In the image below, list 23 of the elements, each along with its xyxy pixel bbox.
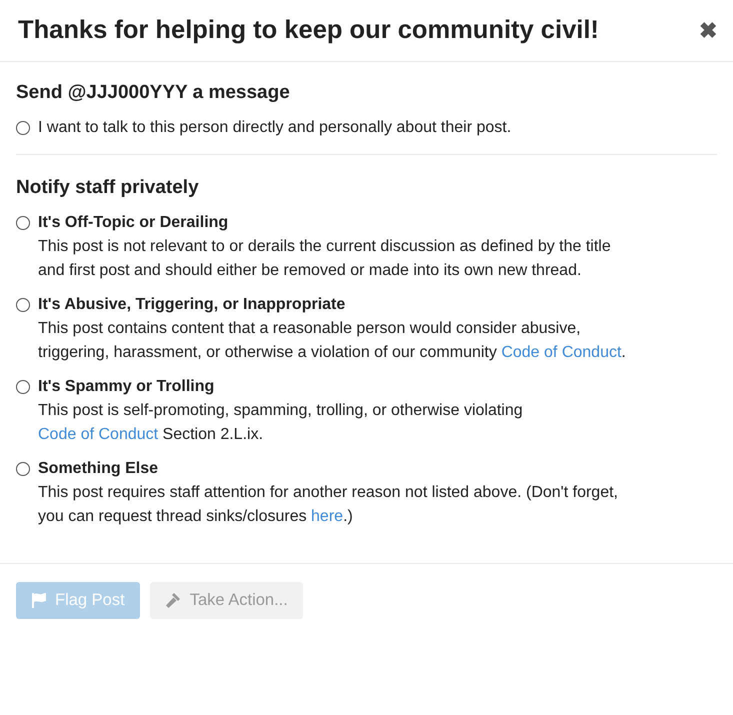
option-description: This post contains content that a reasonable person would consider abusive, triggering, harassment, or otherwise a violation of our community Code of Conduct. — [38, 319, 627, 363]
option-label: It's Off-Topic or Derailing — [38, 213, 230, 233]
option-description: This post is self-promoting, spamming, trolling, or otherwise violating Code of Conduct Section 2.L.ix. — [38, 401, 524, 445]
radio-button[interactable] — [16, 462, 30, 476]
option-label: It's Abusive, Triggering, or Inappropriate — [38, 295, 346, 315]
radio-button[interactable] — [16, 121, 30, 135]
section-heading: Send @JJJ000YYY a message — [16, 82, 291, 104]
option-label: Something Else — [38, 459, 160, 479]
option-description: This post is not relevant to or derails the current discussion as defined by the title and first post and should either be removed or made into its own new thread. — [38, 237, 612, 281]
option-label: It's Spammy or Trolling — [38, 377, 216, 397]
radio-button[interactable] — [16, 298, 30, 312]
section-heading: Notify staff privately — [16, 177, 200, 199]
flag-icon — [31, 593, 47, 608]
link[interactable]: Code of Conduct — [38, 426, 158, 443]
close-button[interactable]: ✖ — [699, 18, 717, 44]
dialog-title: Thanks for helping to keep our community civil! — [18, 16, 599, 45]
option-description: This post requires staff attention for another reason not listed above. (Don't forget, you can request thread sinks/closures here.) — [38, 483, 619, 527]
gavel-icon — [164, 592, 182, 609]
radio-button[interactable] — [16, 216, 30, 230]
radio-button[interactable] — [16, 380, 30, 394]
link[interactable]: here — [311, 508, 344, 525]
option-label: I want to talk to this person directly and personally about their post. — [38, 118, 512, 138]
link[interactable]: Code of Conduct — [501, 344, 622, 361]
